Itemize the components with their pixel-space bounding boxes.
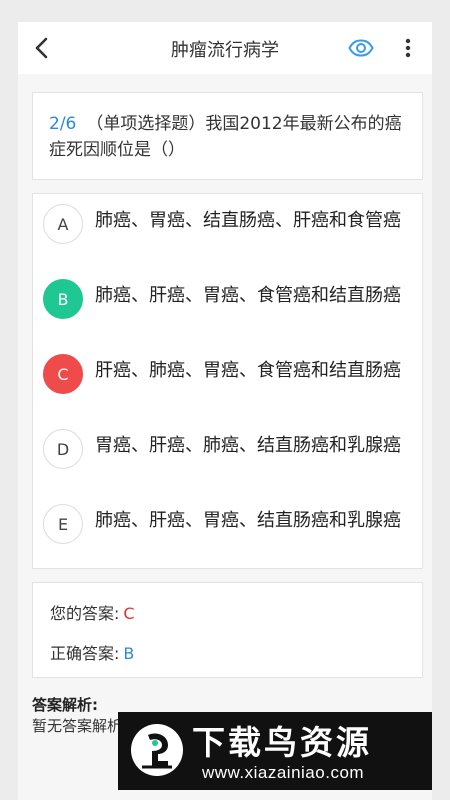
option-b[interactable]: B 肺癌、肝癌、胃癌、食管癌和结直肠癌 [33,269,422,339]
question-progress: 2/6 [49,114,77,134]
option-letter-wrong: C [43,354,83,394]
your-answer-value: C [123,604,135,623]
option-letter-correct: B [43,279,83,319]
question-card: 2/6 （单项选择题）我国2012年最新公布的癌症死因顺位是（） [32,92,423,180]
option-e[interactable]: E 肺癌、肝癌、胃癌、结直肠癌和乳腺癌 [33,494,422,564]
option-c[interactable]: C 肝癌、肺癌、胃癌、食管癌和结直肠癌 [33,344,422,414]
chevron-left-icon [35,37,48,59]
option-d[interactable]: D 胃癌、肝癌、肺癌、结直肠癌和乳腺癌 [33,419,422,489]
analysis-title: 答案解析: [32,696,98,714]
option-text: 胃癌、肝癌、肺癌、结直肠癌和乳腺癌 [95,435,401,456]
view-toggle-button[interactable] [346,34,376,62]
option-a[interactable]: A 肺癌、胃癌、结直肠癌、肝癌和食管癌 [33,194,422,264]
correct-answer-row: 正确答案: B [50,640,134,664]
watermark-name: 下载鸟资源 [192,723,372,762]
more-button[interactable] [394,34,422,62]
option-text: 肺癌、肝癌、胃癌、食管癌和结直肠癌 [95,285,401,306]
your-answer-row: 您的答案: C [50,600,135,624]
option-text: 肺癌、胃癌、结直肠癌、肝癌和食管癌 [95,210,401,231]
app-bar: 肿瘤流行病学 [18,22,432,74]
option-letter: D [43,429,83,469]
question-text: （单项选择题）我国2012年最新公布的癌症死因顺位是（） [49,114,402,160]
option-text: 肝癌、肺癌、胃癌、食管癌和结直肠癌 [95,360,401,381]
back-button[interactable] [26,32,58,64]
options-list: A 肺癌、胃癌、结直肠癌、肝癌和食管癌 B 肺癌、肝癌、胃癌、食管癌和结直肠癌 … [32,193,423,569]
eye-icon [348,39,374,57]
bird-logo-icon [131,724,183,776]
answer-card: 您的答案: C 正确答案: B [32,582,423,678]
option-text: 肺癌、肝癌、胃癌、结直肠癌和乳腺癌 [95,510,401,531]
option-letter: E [43,504,83,544]
correct-answer-value: B [123,644,135,663]
watermark-url: www.xiazainiao.com [202,763,365,782]
option-letter: A [43,204,83,244]
watermark-banner: 下载鸟资源 www.xiazainiao.com [118,712,432,790]
correct-answer-label: 正确答案: [50,644,120,663]
more-vertical-icon [405,38,411,58]
analysis-text: 暂无答案解析 [32,717,123,735]
your-answer-label: 您的答案: [50,604,120,623]
